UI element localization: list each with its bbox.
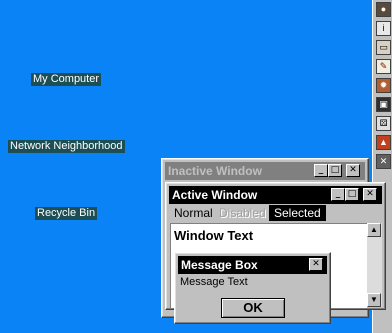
vertical-scrollbar[interactable]: ▲ ▼ [367,223,382,307]
scroll-up-button[interactable]: ▲ [367,223,381,237]
minimize-button[interactable]: _ [331,188,345,201]
message-box-title: Message Box [181,258,258,272]
globe-icon[interactable]: ● [376,2,391,17]
close-icon: ✕ [366,189,374,199]
desktop-icon-label: My Computer [33,73,100,85]
maximize-icon: □ [330,165,340,175]
menu-item-selected[interactable]: Selected [269,205,326,221]
dice-icon[interactable]: ⚄ [376,116,391,131]
display-icon[interactable]: ▣ [376,97,391,112]
inactive-window-title: Inactive Window [168,164,262,178]
menu-item-disabled: Disabled [219,206,266,220]
message-box-titlebar[interactable]: Message Box [178,256,327,274]
scroll-down-button[interactable]: ▼ [367,293,381,307]
maximize-button[interactable]: □ [345,188,359,201]
close-button[interactable]: ✕ [346,164,360,177]
desktop-icon-recycle-bin[interactable]: Recycle Bin [35,207,98,220]
maximize-icon: □ [347,189,357,199]
close-button[interactable]: ✕ [309,258,323,271]
menu-item-normal[interactable]: Normal [174,205,213,221]
minimize-icon: _ [318,165,324,175]
keyboard-icon[interactable]: ▭ [376,40,391,55]
close-button[interactable]: ✕ [363,188,377,201]
active-window-title: Active Window [172,188,258,202]
close-icon: ✕ [349,165,357,175]
message-box[interactable]: Message Box ✕ Message Text OK [174,252,331,324]
desktop-icon-my-computer[interactable]: My Computer [31,73,102,86]
ok-button[interactable]: OK [221,298,285,318]
desktop-icon-label: Network Neighborhood [10,140,123,152]
message-text: Message Text [180,276,248,288]
info-icon[interactable]: i [376,21,391,36]
close-icon: ✕ [312,259,320,269]
tools-icon[interactable]: ✕ [376,154,391,169]
menu-bar: Normal Disabled Selected [169,205,382,221]
minimize-button[interactable]: _ [314,164,328,177]
minimize-icon: _ [335,189,341,199]
ok-button-label: OK [243,300,263,315]
notepad-icon[interactable]: ✎ [376,59,391,74]
desktop-icon-network-neighborhood[interactable]: Network Neighborhood [8,140,125,153]
paint-icon[interactable]: ▲ [376,135,391,150]
window-text: Window Text [174,228,254,243]
desktop-icon-label: Recycle Bin [37,207,96,219]
settings-icon[interactable]: ✹ [376,78,391,93]
maximize-button[interactable]: □ [328,164,342,177]
